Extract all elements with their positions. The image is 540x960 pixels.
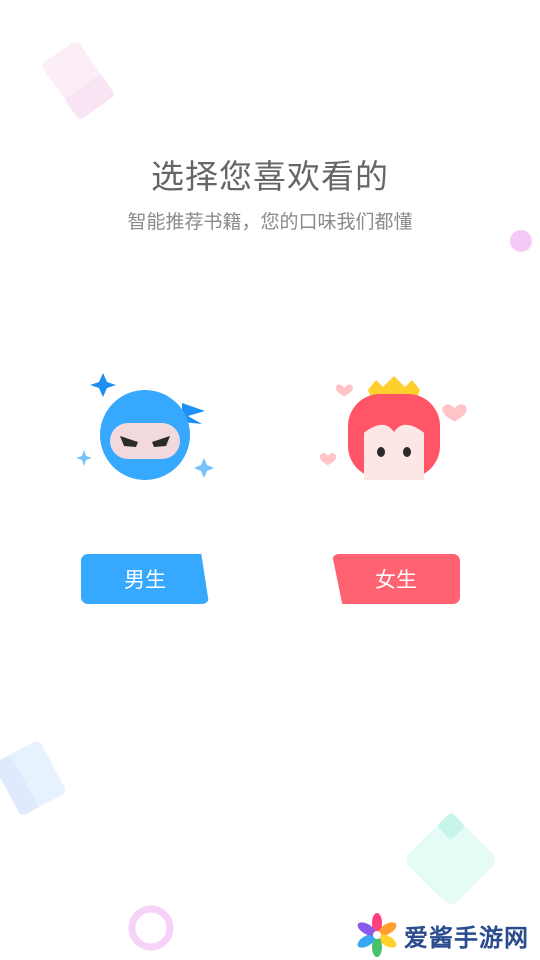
watermark-text: 爱酱手游网 — [404, 923, 529, 952]
ring-decoration — [128, 905, 174, 951]
sparkle-icon — [194, 458, 214, 478]
female-button[interactable]: 女生 — [332, 554, 460, 604]
heart-icon — [335, 384, 353, 397]
heart-icon — [319, 453, 337, 465]
sparkle-icon — [76, 450, 92, 466]
sparkle-icon — [90, 373, 116, 397]
male-ninja-avatar[interactable] — [70, 368, 220, 493]
heart-icon — [442, 404, 467, 422]
female-princess-avatar[interactable] — [318, 372, 473, 487]
diamond-card-decoration — [407, 813, 495, 904]
ticket-decoration — [42, 41, 114, 119]
page-title: 选择您喜欢看的 — [151, 157, 389, 196]
site-watermark: 爱酱手游网 — [354, 910, 529, 960]
pinwheel-logo-icon — [357, 913, 397, 957]
book-decoration — [0, 741, 65, 815]
male-button[interactable]: 男生 — [81, 554, 209, 604]
page-subtitle: 智能推荐书籍，您的口味我们都懂 — [127, 211, 413, 233]
